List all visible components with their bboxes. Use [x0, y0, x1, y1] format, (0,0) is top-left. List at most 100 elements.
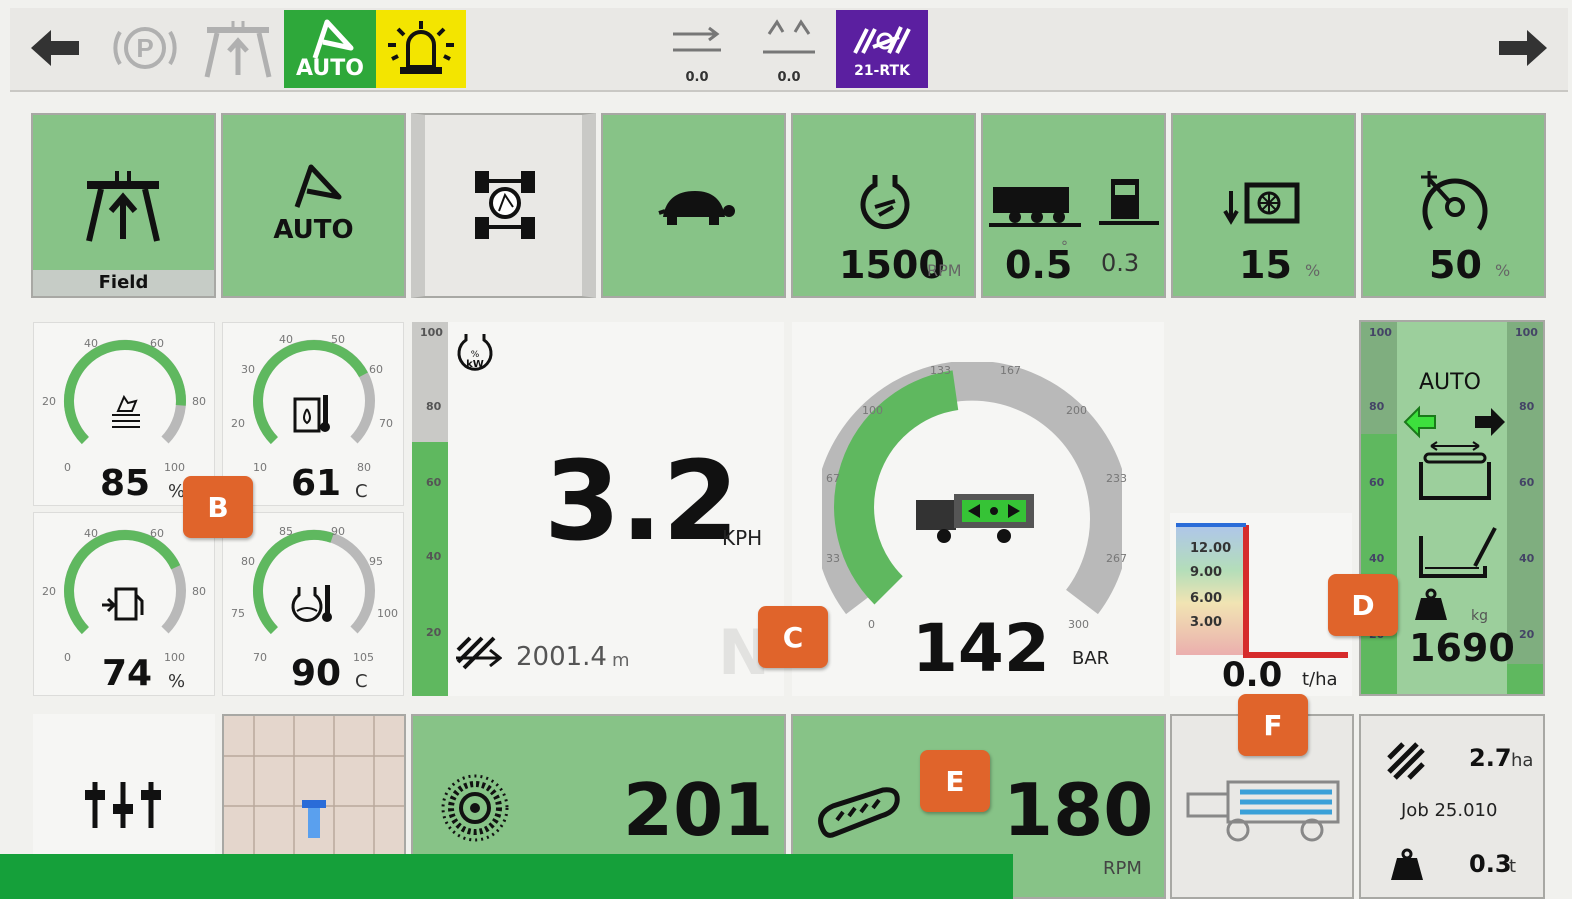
load-tick: 40 — [426, 550, 442, 563]
gauge-tick: 80 — [241, 555, 255, 568]
forward-arrow-icon[interactable] — [1488, 14, 1558, 82]
coolant-icon — [112, 394, 140, 428]
yield-tick: 12.00 — [1190, 541, 1232, 556]
gauge-tick: 85 — [279, 525, 293, 538]
beacon-light-button[interactable] — [376, 10, 466, 88]
ground-speed-value: 3.2 — [544, 437, 739, 565]
callout-c: C — [758, 606, 828, 668]
engine-temp-unit: C — [355, 671, 368, 692]
callout-f: F — [1238, 694, 1308, 756]
load-tick: 60 — [426, 476, 442, 489]
yield-tick: 6.00 — [1190, 591, 1223, 606]
combine-rotor-icon — [916, 494, 1034, 543]
gauge-tick: 100 — [164, 651, 185, 664]
fan-speed-tile[interactable]: 15 % — [1171, 113, 1356, 298]
parking-brake-icon: P — [105, 14, 185, 82]
job-weight-unit: t — [1509, 856, 1517, 877]
yield-tick: 3.00 — [1190, 615, 1223, 630]
gauge-tick: 60 — [150, 337, 164, 350]
gauge-tick: 10 — [253, 461, 267, 474]
engine-temp-value: 90 — [291, 653, 342, 694]
engine-temp-gauge: 70 75 80 85 90 95 100 105 90 C — [222, 512, 404, 696]
header-side-icon — [1099, 179, 1159, 225]
auto-steer-icon — [294, 164, 342, 208]
job-area-unit: ha — [1511, 750, 1534, 771]
bunker-weight-unit: kg — [1471, 608, 1488, 624]
gauge-tick: 20 — [231, 417, 245, 430]
pressure-tick: 67 — [826, 472, 840, 485]
weight-icon — [1391, 848, 1423, 880]
gauge-tick: 40 — [279, 333, 293, 346]
header-height-degree: ° — [1061, 239, 1068, 255]
bunker-tick: 80 — [1369, 400, 1385, 413]
beacon-light-icon — [388, 21, 454, 74]
auto-steer-tile[interactable]: AUTO — [221, 113, 406, 298]
engine-rpm-tile[interactable]: 1500 RPM — [791, 113, 976, 298]
gauge-tick: 80 — [357, 461, 371, 474]
load-tick: 100 — [420, 326, 443, 339]
heading-offset-icon — [758, 14, 820, 62]
heading-offset-value: 0.0 — [777, 70, 801, 85]
bunker-tick: 20 — [1519, 628, 1535, 641]
ground-speed-unit: KPH — [722, 526, 763, 550]
header-height-tile[interactable]: 0.5 ° 0.3 — [981, 113, 1166, 298]
gauge-tick: 30 — [241, 363, 255, 376]
feeder-speed-unit: RPM — [1103, 858, 1142, 879]
field-label: Field — [33, 270, 214, 296]
gauge-tick: 50 — [331, 333, 345, 346]
engine-power-icon: %kW — [457, 334, 493, 371]
job-area-value: 2.7 — [1469, 744, 1512, 772]
back-arrow-icon[interactable] — [20, 14, 90, 82]
hydraulic-temp-unit: C — [355, 481, 368, 502]
four-wheel-steer-tile[interactable] — [411, 113, 596, 298]
callout-b: B — [183, 476, 253, 538]
distance-value: 2001.4 — [516, 642, 607, 672]
gauge-tick: 100 — [377, 607, 398, 620]
auto-steer-label: AUTO — [296, 56, 364, 81]
yield-tick: 9.00 — [1190, 565, 1223, 580]
fan-speed-unit: % — [1305, 261, 1321, 280]
auto-steer-tile-label: AUTO — [273, 215, 354, 245]
bunker-unload-icon — [1419, 527, 1497, 578]
header-height-secondary: 0.3 — [1101, 249, 1140, 277]
rotor-pressure-unit: BAR — [1072, 648, 1110, 669]
rtk-label: 21-RTK — [854, 63, 910, 79]
gauge-tick: 60 — [150, 527, 164, 540]
speed-setting-unit: % — [1495, 261, 1511, 280]
speed-setting-tile[interactable]: 50 % — [1361, 113, 1546, 298]
job-weight-value: 0.3 — [1469, 850, 1512, 878]
gauge-tick: 40 — [84, 527, 98, 540]
gauge-tick: 20 — [42, 585, 56, 598]
field-road-icon — [86, 171, 160, 242]
yield-panel: 12.00 9.00 6.00 3.00 0.0 t/ha — [1170, 513, 1352, 696]
pressure-tick: 100 — [862, 404, 883, 417]
engine-rpm-unit: RPM — [927, 261, 962, 280]
speed-setting-value: 50 — [1429, 243, 1482, 287]
job-summary-tile[interactable]: 2.7 ha Job 25.010 0.3 t — [1359, 714, 1545, 899]
bunker-tick: 100 — [1515, 326, 1538, 339]
bunker-tick: 60 — [1369, 476, 1385, 489]
fan-speed-value: 15 — [1239, 243, 1292, 287]
yield-unit: t/ha — [1302, 669, 1338, 690]
auto-steer-button[interactable]: AUTO — [284, 10, 376, 88]
machine-position-icon — [302, 800, 326, 838]
load-tick: 80 — [426, 400, 442, 413]
slow-speed-tile[interactable] — [601, 113, 786, 298]
auto-steer-icon — [312, 19, 354, 59]
grain-bunker-tile[interactable]: 100 80 60 40 20 100 80 60 40 20 AUTO kg … — [1359, 320, 1545, 696]
pressure-tick: 33 — [826, 552, 840, 565]
road-mode-icon — [198, 14, 278, 82]
speedometer-icon — [1421, 171, 1488, 231]
gauge-tick: 95 — [369, 555, 383, 568]
engine-load-bar: 100 80 60 40 20 — [412, 322, 448, 696]
engine-icon — [860, 175, 910, 230]
gauge-tick: 40 — [84, 337, 98, 350]
rtk-signal-button[interactable]: 21-RTK — [836, 10, 928, 88]
fuel-level-value: 74 — [102, 653, 153, 694]
pressure-tick: 300 — [1068, 618, 1089, 631]
area-icon — [1387, 742, 1425, 780]
bunker-tick: 60 — [1519, 476, 1535, 489]
gauge-tick: 60 — [369, 363, 383, 376]
combine-overview-icon — [1186, 780, 1340, 842]
field-mode-button[interactable]: Field — [31, 113, 216, 298]
